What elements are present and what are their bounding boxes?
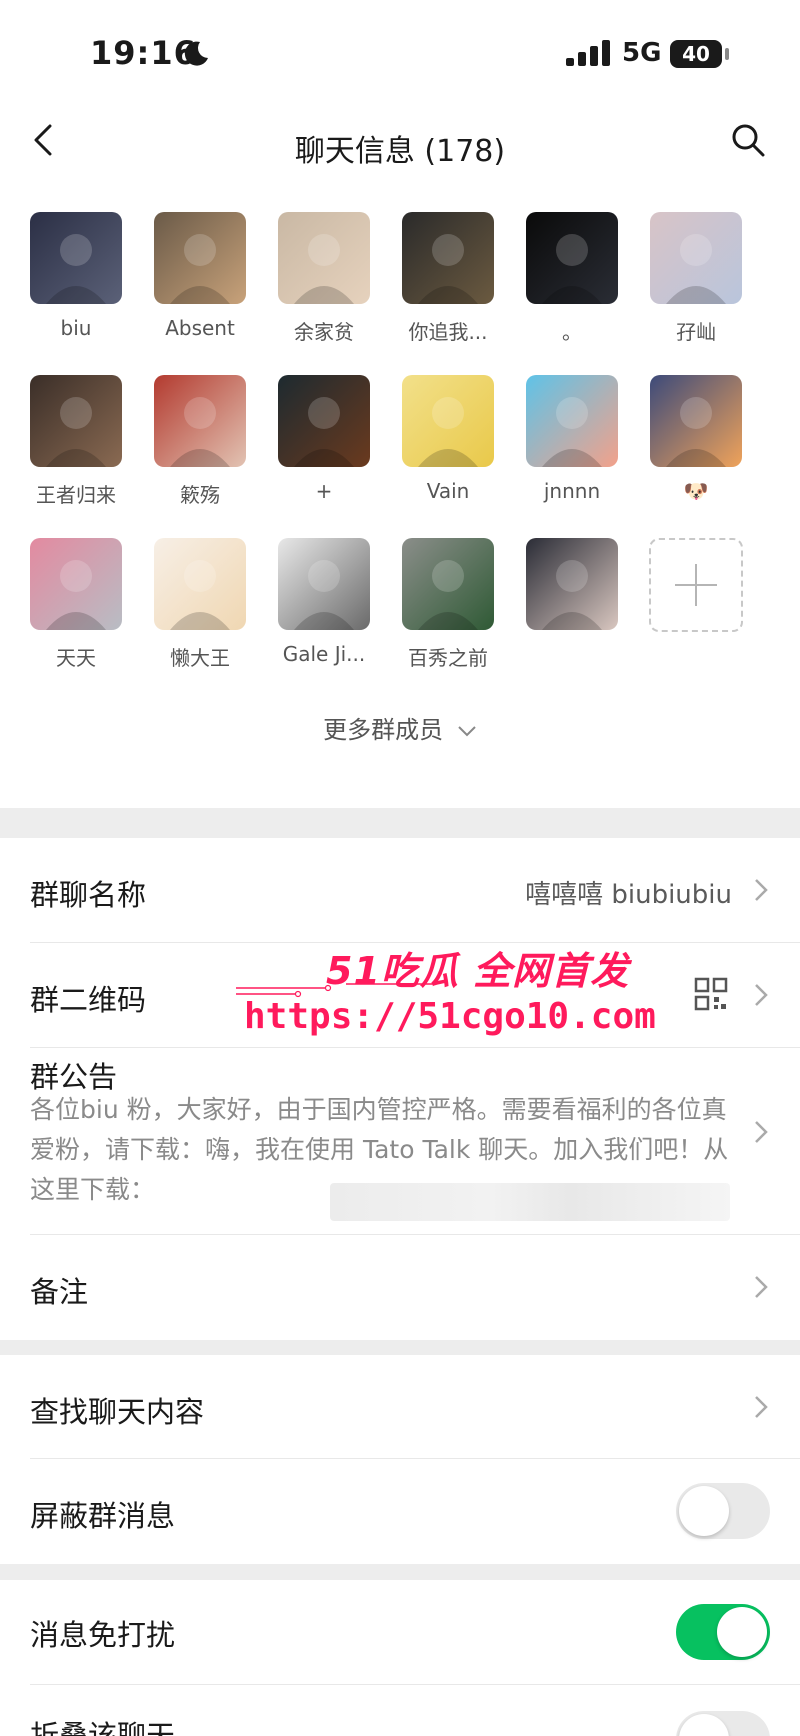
signal-icon [566,40,610,66]
add-member-button[interactable] [634,538,758,632]
section-gap [0,808,800,838]
remark-label: 备注 [30,1275,89,1309]
member-avatar [650,212,742,304]
member-avatar [650,375,742,467]
toggle-knob [679,1486,729,1536]
watermark-url: https://51cgo10.com [244,996,656,1037]
fold-chat-row: 折叠该聊天 [0,1685,800,1736]
toggle-knob [717,1607,767,1657]
mute-row: 消息免打扰 [0,1580,800,1684]
group-name-label: 群聊名称 [30,878,147,912]
chevron-right-icon [755,984,768,1006]
moon-icon [184,41,208,66]
member-avatar [30,375,122,467]
member-item[interactable]: 簌殇 [138,375,262,508]
member-item[interactable]: 孖屾 [634,212,758,345]
redacted-link [330,1183,730,1221]
member-name: + [315,479,333,503]
search-history-label: 查找聊天内容 [30,1395,205,1429]
member-item[interactable]: 王者归来 [14,375,138,508]
battery-icon: 40 [670,40,722,68]
status-bar: 19:16 5G 40 [0,0,800,100]
plus-icon [649,538,743,632]
chevron-right-icon [755,1276,768,1298]
mute-label: 消息免打扰 [30,1618,176,1652]
member-item[interactable]: 🐶 [634,375,758,503]
more-members-link[interactable]: 更多群成员 [0,710,800,745]
group-name-value: 嘻嘻嘻 biubiubiu [525,880,732,910]
member-avatar [526,375,618,467]
member-item[interactable]: 。 [510,212,634,345]
member-avatar [402,538,494,630]
member-name: Absent [165,316,235,340]
member-avatar [402,375,494,467]
member-name: 懒大王 [170,646,230,670]
member-item[interactable]: 懒大王 [138,538,262,671]
member-item[interactable]: 余家贫 [262,212,386,345]
member-avatar [154,375,246,467]
member-name: 王者归来 [36,483,116,507]
member-item[interactable]: 你追我... [386,212,510,345]
search-icon[interactable] [730,122,766,158]
member-item[interactable]: + [262,375,386,503]
qr-code-icon [694,977,728,1011]
member-avatar [278,212,370,304]
network-type: 5G [622,38,662,68]
search-history-row[interactable]: 查找聊天内容 [0,1355,800,1457]
member-item[interactable]: Vain [386,375,510,503]
member-name: 。 [562,320,582,344]
fold-chat-toggle[interactable] [676,1711,770,1736]
member-avatar [402,212,494,304]
block-messages-row: 屏蔽群消息 [0,1459,800,1563]
block-messages-label: 屏蔽群消息 [30,1499,176,1533]
member-name: 簌殇 [180,483,220,507]
member-name: 🐶 [683,479,709,503]
member-name: 百秀之前 [408,646,488,670]
member-avatar [154,212,246,304]
member-avatar [526,538,618,630]
chevron-right-icon [755,1121,768,1143]
remark-row[interactable]: 备注 [0,1235,800,1339]
member-item[interactable]: Absent [138,212,262,340]
member-name: 余家贫 [294,320,354,344]
member-item[interactable]: Gale Ji... [262,538,386,666]
fold-chat-label: 折叠该聊天 [30,1719,176,1736]
block-messages-toggle[interactable] [676,1483,770,1539]
qr-code-label: 群二维码 [30,983,147,1017]
chevron-right-icon [755,879,768,901]
member-avatar [30,212,122,304]
member-avatar [30,538,122,630]
member-item[interactable] [510,538,634,642]
member-name: 天天 [56,646,96,670]
member-item[interactable]: 百秀之前 [386,538,510,671]
group-name-row[interactable]: 群聊名称 嘻嘻嘻 biubiubiu [0,838,800,942]
more-members-label: 更多群成员 [323,716,444,744]
toggle-knob [679,1714,729,1736]
member-avatar [526,212,618,304]
member-avatar [278,538,370,630]
member-item[interactable]: 天天 [14,538,138,671]
member-name: Gale Ji... [282,642,366,666]
member-name: Vain [426,479,470,503]
page-title: 聊天信息 (178) [294,134,506,169]
member-item[interactable]: jnnnn [510,375,634,503]
member-avatar [154,538,246,630]
member-name: biu [60,316,92,340]
member-name: jnnnn [543,479,601,503]
member-avatar [278,375,370,467]
nav-bar: 聊天信息 (178) [0,100,800,190]
battery-cap [725,48,729,60]
mute-toggle[interactable] [676,1604,770,1660]
member-name: 孖屾 [676,320,716,344]
chevron-right-icon [755,1396,768,1418]
chevron-down-icon [458,726,476,737]
member-item[interactable]: biu [14,212,138,340]
member-name: 你追我... [408,320,488,344]
watermark-lines [236,983,436,998]
